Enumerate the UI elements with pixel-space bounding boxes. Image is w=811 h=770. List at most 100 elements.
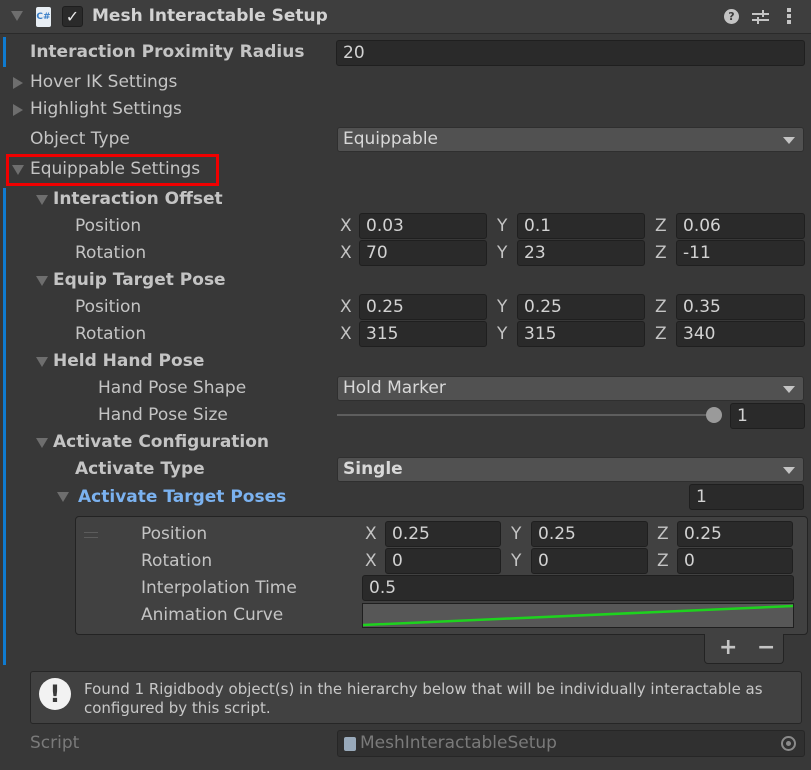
activate-configuration-foldout[interactable]: Activate Configuration <box>53 432 269 452</box>
collapse-arrow-icon[interactable] <box>57 492 69 502</box>
modified-indicator <box>3 188 6 665</box>
equip-rotation-y[interactable]: 315 <box>517 321 645 347</box>
axis-y-label: Y <box>497 216 508 236</box>
hand-pose-size-slider[interactable] <box>337 414 713 416</box>
collapse-arrow-icon[interactable] <box>36 438 48 448</box>
add-element-button[interactable]: + <box>719 636 737 660</box>
held-hand-pose-foldout[interactable]: Held Hand Pose <box>53 351 204 371</box>
target-rotation-y[interactable]: 0 <box>531 548 648 574</box>
axis-z-label: Z <box>655 216 667 236</box>
axis-z-label: Z <box>655 324 667 344</box>
script-label: Script <box>30 733 80 753</box>
hand-pose-size-input[interactable]: 1 <box>730 403 805 429</box>
equip-position-x[interactable]: 0.25 <box>359 294 487 320</box>
list-add-remove-footer: + − <box>704 634 784 664</box>
collapse-arrow-icon[interactable] <box>11 11 23 21</box>
interpolation-time-label: Interpolation Time <box>141 578 297 598</box>
axis-x-label: X <box>340 216 352 236</box>
hover-ik-foldout[interactable]: Hover IK Settings <box>30 72 177 92</box>
proximity-radius-input[interactable]: 20 <box>336 40 805 66</box>
activate-type-dropdown[interactable]: Single <box>337 457 804 482</box>
axis-y-label: Y <box>497 297 508 317</box>
equip-rotation-x[interactable]: 315 <box>359 321 487 347</box>
position-label: Position <box>75 297 142 317</box>
axis-x-label: X <box>340 243 352 263</box>
offset-rotation-x[interactable]: 70 <box>359 240 487 266</box>
expand-arrow-icon[interactable] <box>13 77 23 89</box>
target-position-z[interactable]: 0.25 <box>677 521 793 547</box>
target-position-y[interactable]: 0.25 <box>531 521 648 547</box>
collapse-arrow-icon[interactable] <box>36 276 48 286</box>
expand-arrow-icon[interactable] <box>13 104 23 116</box>
hand-pose-shape-value: Hold Marker <box>343 378 446 398</box>
modified-indicator <box>3 37 6 67</box>
offset-position-x[interactable]: 0.03 <box>359 213 487 239</box>
collapse-arrow-icon[interactable] <box>36 357 48 367</box>
position-label: Position <box>75 216 142 236</box>
csharp-script-icon: C# <box>36 7 51 27</box>
axis-y-label: Y <box>511 524 522 544</box>
script-name: MeshInteractableSetup <box>360 733 557 753</box>
axis-x-label: X <box>365 551 377 571</box>
drag-handle-icon[interactable] <box>84 532 98 538</box>
axis-y-label: Y <box>497 243 508 263</box>
highlight-foldout[interactable]: Highlight Settings <box>30 99 182 119</box>
offset-position-y[interactable]: 0.1 <box>517 213 645 239</box>
enabled-checkbox[interactable]: ✓ <box>62 6 83 27</box>
hand-pose-shape-label: Hand Pose Shape <box>98 378 247 398</box>
animation-curve-label: Animation Curve <box>141 605 284 625</box>
axis-x-label: X <box>340 324 352 344</box>
activate-type-value: Single <box>343 459 403 479</box>
chevron-down-icon <box>783 467 795 474</box>
chevron-down-icon <box>783 137 795 144</box>
kebab-menu-icon[interactable] <box>786 8 792 26</box>
collapse-arrow-icon[interactable] <box>12 165 24 175</box>
csharp-script-icon <box>344 737 356 751</box>
object-picker-icon[interactable] <box>781 736 796 751</box>
activate-type-label: Activate Type <box>75 459 205 479</box>
target-rotation-z[interactable]: 0 <box>677 548 793 574</box>
preset-icon[interactable] <box>752 10 769 24</box>
interpolation-time-input[interactable]: 0.5 <box>362 575 794 601</box>
remove-element-button[interactable]: − <box>757 636 775 660</box>
target-poses-count-input[interactable]: 1 <box>689 484 804 510</box>
offset-position-z[interactable]: 0.06 <box>676 213 805 239</box>
hand-pose-shape-dropdown[interactable]: Hold Marker <box>337 376 804 401</box>
warning-icon: ! <box>39 678 71 710</box>
animation-curve-field[interactable] <box>362 603 794 628</box>
equippable-settings-foldout[interactable]: Equippable Settings <box>30 159 200 179</box>
axis-z-label: Z <box>657 524 669 544</box>
target-position-x[interactable]: 0.25 <box>385 521 501 547</box>
equip-rotation-z[interactable]: 340 <box>676 321 805 347</box>
position-label: Position <box>141 524 208 544</box>
axis-y-label: Y <box>511 551 522 571</box>
object-type-dropdown[interactable]: Equippable <box>337 127 804 152</box>
slider-thumb[interactable] <box>706 407 722 423</box>
curve-preview <box>363 604 793 627</box>
equip-position-z[interactable]: 0.35 <box>676 294 805 320</box>
proximity-radius-label: Interaction Proximity Radius <box>30 42 305 62</box>
equip-target-pose-foldout[interactable]: Equip Target Pose <box>53 270 226 290</box>
offset-rotation-z[interactable]: -11 <box>676 240 805 266</box>
collapse-arrow-icon[interactable] <box>36 195 48 205</box>
component-header[interactable]: C# ✓ Mesh Interactable Setup ? <box>0 0 811 34</box>
interaction-offset-foldout[interactable]: Interaction Offset <box>53 189 223 209</box>
axis-z-label: Z <box>655 243 667 263</box>
help-message: Found 1 Rigidbody object(s) in the hiera… <box>84 680 763 717</box>
axis-z-label: Z <box>657 551 669 571</box>
component-title: Mesh Interactable Setup <box>92 6 328 26</box>
axis-y-label: Y <box>497 324 508 344</box>
help-icon[interactable]: ? <box>724 9 739 24</box>
axis-z-label: Z <box>655 297 667 317</box>
chevron-down-icon <box>783 386 795 393</box>
equip-position-y[interactable]: 0.25 <box>517 294 645 320</box>
script-object-field[interactable]: MeshInteractableSetup <box>337 730 805 757</box>
axis-x-label: X <box>340 297 352 317</box>
object-type-label: Object Type <box>30 129 130 149</box>
target-rotation-x[interactable]: 0 <box>385 548 501 574</box>
offset-rotation-y[interactable]: 23 <box>517 240 645 266</box>
rotation-label: Rotation <box>75 324 147 344</box>
rotation-label: Rotation <box>141 551 213 571</box>
rotation-label: Rotation <box>75 243 147 263</box>
activate-target-poses-foldout[interactable]: Activate Target Poses <box>78 487 286 507</box>
